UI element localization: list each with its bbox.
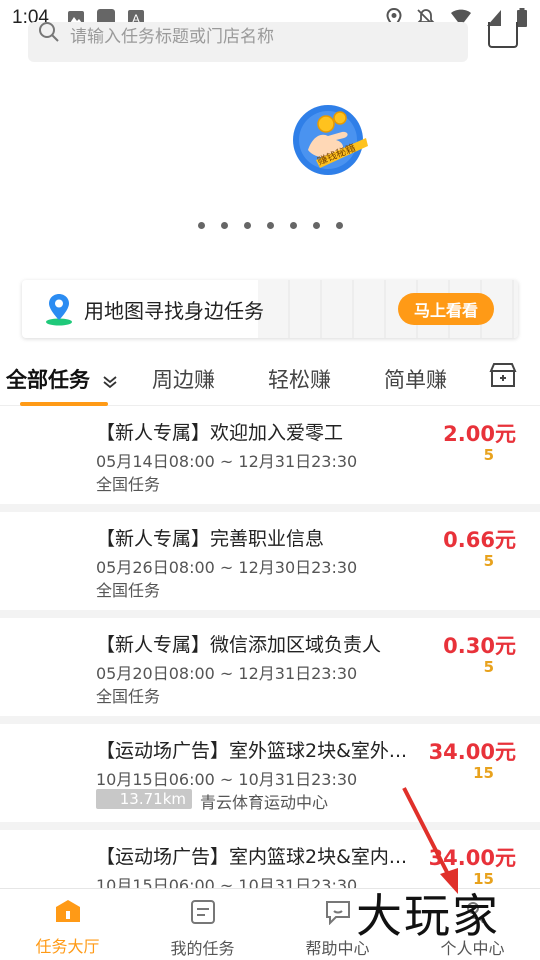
divider (0, 610, 540, 618)
tab-nearby[interactable]: 周边赚 (152, 364, 215, 394)
task-title: 【新人专属】完善职业信息 (96, 528, 325, 550)
task-list-icon (190, 899, 216, 929)
distance-badge: 13.71km (96, 789, 192, 809)
task-price: 34.00元 (428, 740, 516, 764)
nav-my-tasks[interactable]: 我的任务 (135, 889, 270, 960)
task-count: 15 (473, 764, 494, 782)
task-title: 【运动场广告】室外篮球2块&室外... (96, 740, 408, 762)
carousel-indicator (0, 222, 540, 229)
task-title: 【新人专属】欢迎加入爱零工 (96, 422, 344, 444)
tab-all-tasks[interactable]: 全部任务 (6, 364, 90, 394)
task-region: 全国任务 (96, 687, 161, 706)
nav-label: 我的任务 (170, 939, 235, 958)
carousel-dot[interactable] (243, 222, 251, 229)
task-price: 0.66元 (443, 528, 516, 552)
task-item[interactable]: 【新人专属】完善职业信息 05月26日08:00 ~ 12月30日23:30 全… (0, 512, 540, 610)
divider (0, 504, 540, 512)
task-region: 全国任务 (96, 581, 161, 600)
nav-label: 任务大厅 (35, 937, 100, 956)
task-time: 05月14日08:00 ~ 12月31日23:30 (96, 452, 358, 471)
task-region: 全国任务 (96, 475, 161, 494)
map-pin-icon (44, 292, 74, 326)
banner-carousel[interactable] (0, 70, 540, 270)
divider (0, 716, 540, 724)
home-icon (54, 899, 82, 927)
chevron-down-icon[interactable] (102, 374, 118, 393)
search-icon (38, 22, 60, 47)
task-count: 5 (483, 658, 494, 676)
carousel-dot[interactable] (197, 222, 205, 229)
carousel-dot[interactable] (289, 222, 297, 229)
chat-help-icon (324, 899, 352, 929)
task-count: 5 (483, 446, 494, 464)
task-time: 05月20日08:00 ~ 12月31日23:30 (96, 664, 358, 683)
task-price: 2.00元 (443, 422, 516, 446)
tab-easy-earn[interactable]: 轻松赚 (268, 364, 331, 394)
carousel-dot[interactable] (220, 222, 228, 229)
map-search-card[interactable]: 用地图寻找身边任务 马上看看 (22, 280, 518, 338)
store-icon[interactable] (488, 362, 518, 392)
task-title: 【新人专属】微信添加区域负责人 (96, 634, 382, 656)
search-placeholder: 请输入任务标题或门店名称 (70, 26, 274, 47)
carousel-dot[interactable] (335, 222, 343, 229)
watermark-text: 大玩家 (356, 889, 500, 943)
coin-hand-icon (292, 102, 370, 180)
task-price: 0.30元 (443, 634, 516, 658)
task-count: 5 (483, 552, 494, 570)
task-title: 【运动场广告】室内篮球2块&室内... (96, 846, 408, 868)
tab-simple-earn[interactable]: 简单赚 (384, 364, 447, 394)
search-input[interactable]: 请输入任务标题或门店名称 (28, 22, 468, 62)
task-venue: 青云体育运动中心 (200, 793, 329, 812)
carousel-dot[interactable] (266, 222, 274, 229)
carousel-dot[interactable] (312, 222, 320, 229)
task-item[interactable]: 【新人专属】欢迎加入爱零工 05月14日08:00 ~ 12月31日23:30 … (0, 406, 540, 504)
nav-task-hall[interactable]: 任务大厅 (0, 889, 135, 960)
task-category-tabs: 全部任务 周边赚 轻松赚 简单赚 (0, 352, 540, 406)
map-card-text: 用地图寻找身边任务 (84, 298, 264, 323)
task-time: 10月15日06:00 ~ 10月31日23:30 (96, 770, 358, 789)
task-time: 05月26日08:00 ~ 12月30日23:30 (96, 558, 358, 577)
view-now-button[interactable]: 马上看看 (398, 293, 494, 325)
task-item[interactable]: 【新人专属】微信添加区域负责人 05月20日08:00 ~ 12月31日23:3… (0, 618, 540, 716)
message-icon[interactable] (488, 22, 518, 48)
